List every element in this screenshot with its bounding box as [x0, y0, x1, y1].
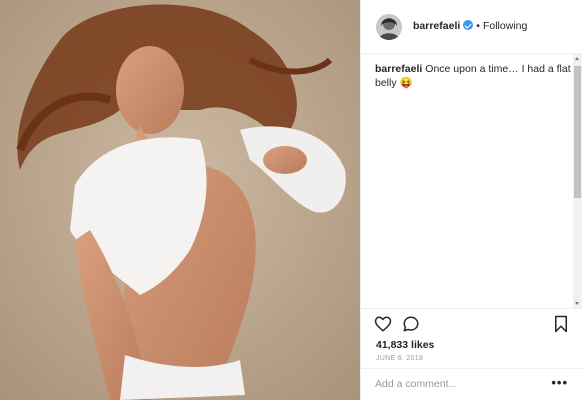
post-date: JUNE 6, 2018	[376, 355, 424, 362]
scroll-down-arrow-icon[interactable]	[575, 302, 579, 305]
post-side-panel: barrefaeli • Following barrefaeli Once upon…	[360, 0, 582, 400]
comment-bubble-icon[interactable]	[402, 315, 420, 333]
post-header: barrefaeli • Following	[361, 0, 582, 54]
username-link[interactable]: barrefaeli	[413, 20, 460, 32]
caption-username-link[interactable]: barrefaeli	[375, 63, 422, 75]
post-caption: barrefaeli Once upon a time… I had a flat…	[375, 62, 571, 90]
comment-input[interactable]	[375, 378, 545, 390]
scroll-up-arrow-icon[interactable]	[575, 57, 579, 60]
post-photo[interactable]	[0, 0, 360, 400]
avatar-image	[376, 14, 402, 40]
following-button[interactable]: Following	[483, 20, 527, 32]
avatar[interactable]	[376, 14, 402, 40]
post-image	[0, 0, 360, 400]
more-options-icon[interactable]: •••	[551, 376, 568, 389]
action-bar	[361, 308, 582, 339]
comment-bar: •••	[361, 368, 582, 400]
comments-scrollbar[interactable]	[573, 54, 582, 308]
bookmark-icon[interactable]	[552, 315, 570, 333]
verified-badge-icon	[463, 20, 474, 30]
likes-count[interactable]: 41,833 likes	[376, 339, 434, 351]
heart-icon[interactable]	[374, 315, 392, 333]
scrollbar-thumb[interactable]	[574, 66, 581, 198]
separator-dot: •	[476, 20, 480, 32]
header-line: barrefaeli • Following	[413, 20, 527, 32]
